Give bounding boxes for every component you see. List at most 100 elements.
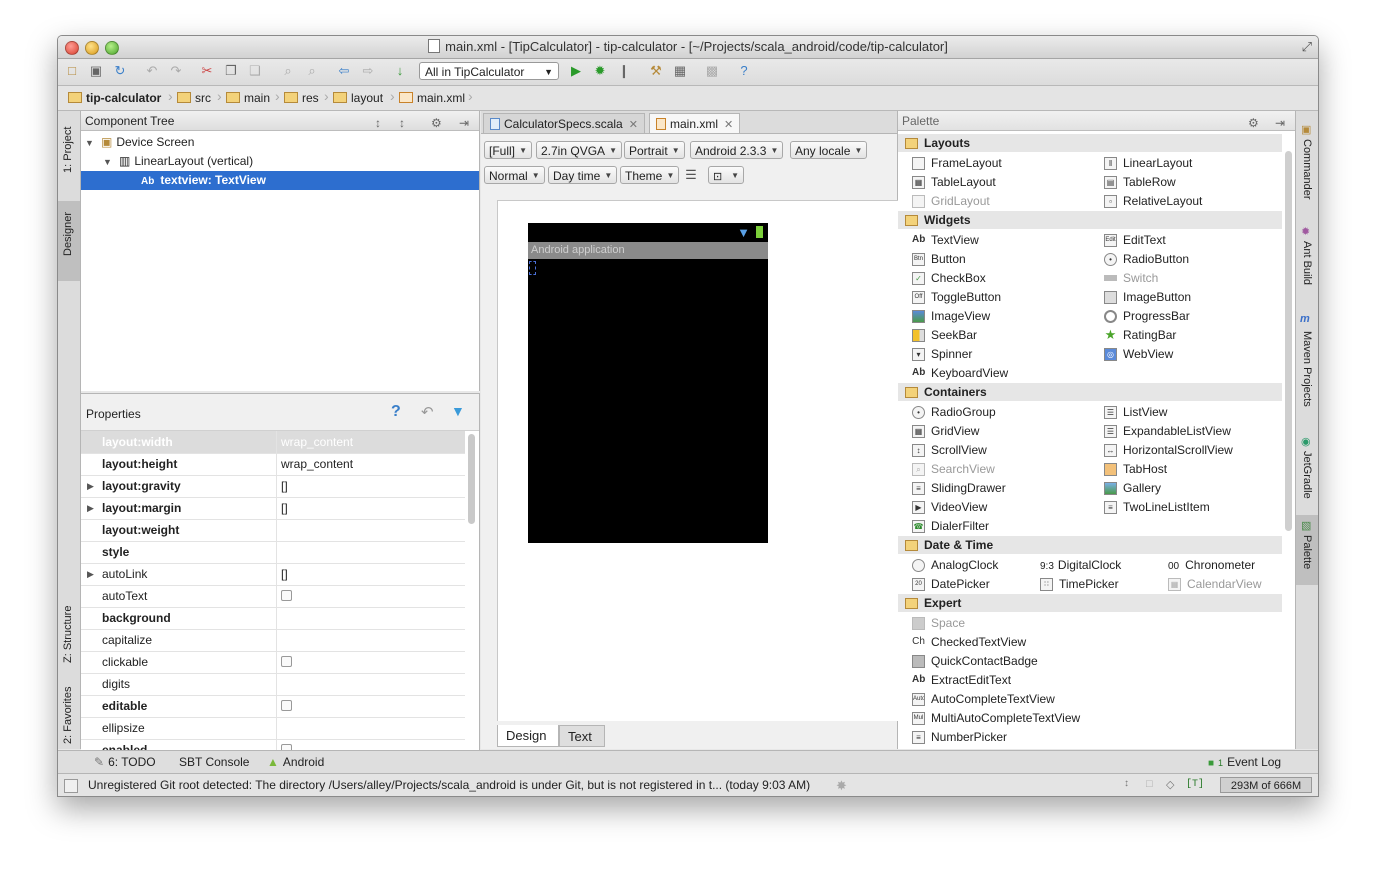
api-level-select[interactable]: Android 2.3.3 [690,141,784,160]
breadcrumb-item[interactable]: res [284,90,319,106]
palette-item[interactable]: ≡ NumberPicker [912,728,1007,747]
palette-item[interactable]: SeekBar [912,326,977,345]
palette-item[interactable]: • RadioGroup [912,403,996,422]
property-row[interactable]: background [81,607,465,630]
expand-triangle-icon[interactable]: ▶ [87,497,94,519]
palette-item[interactable]: FrameLayout [912,154,1002,173]
palette-item[interactable]: ▦ CalendarView [1168,575,1262,594]
palette-item[interactable]: ☰ ListView [1104,403,1167,422]
property-row[interactable]: layout:width wrap_content [81,431,465,454]
tab-text[interactable]: Text [559,725,605,747]
breadcrumb-item[interactable]: tip-calculator [68,90,161,106]
toggle-tool-windows-icon[interactable] [64,779,78,793]
palette-item[interactable]: Ab ExtractEditText [912,671,1011,690]
save-icon[interactable]: ▣ [88,63,104,79]
palette-item[interactable]: ▦ TableLayout [912,173,996,192]
lock-icon[interactable]: □ [1146,778,1153,790]
palette-item[interactable]: ↕ ScrollView [912,441,987,460]
palette-item[interactable]: Auto AutoCompleteTextView [912,690,1055,709]
palette-category-layouts[interactable]: Layouts [898,134,1282,152]
property-row[interactable]: digits [81,673,465,696]
palette-item[interactable]: ✓ CheckBox [912,269,986,288]
palette-item[interactable]: Ab KeyboardView [912,364,1008,383]
fullscreen-icon[interactable]: ⤢ [1302,39,1312,55]
palette-item[interactable]: ≡ SlidingDrawer [912,479,1006,498]
tab-todo[interactable]: ✎ 6: TODO [94,751,156,773]
line-separator-icon[interactable]: ↕ [1124,778,1129,789]
palette-item[interactable]: 20 DatePicker [912,575,990,594]
palette-item[interactable]: ☰ ExpandableListView [1104,422,1231,441]
expand-triangle-icon[interactable]: ▶ [87,563,94,585]
close-icon[interactable]: ✕ [629,119,638,131]
tab-designer[interactable]: Designer [58,201,80,281]
properties-scrollbar[interactable] [468,434,475,524]
palette-category-widgets[interactable]: Widgets [898,211,1282,229]
palette-item[interactable]: • RadioButton [1104,250,1189,269]
property-row[interactable]: ▶ layout:margin[] [81,497,465,520]
property-row[interactable]: clickable [81,651,465,674]
device-preview[interactable]: ▼ Android application [528,223,768,543]
palette-item[interactable]: GridLayout [912,192,990,211]
palette-item[interactable]: ▫ RelativeLayout [1104,192,1202,211]
palette-item[interactable]: 00 Chronometer [1168,556,1255,575]
palette-item[interactable]: Gallery [1104,479,1161,498]
settings-icon[interactable]: ⚒ [648,63,664,79]
palette-item[interactable]: TabHost [1104,460,1167,479]
undo-icon[interactable]: ↶ [144,63,160,79]
palette-item[interactable]: QuickContactBadge [912,652,1038,671]
help-icon[interactable]: ? [391,403,401,421]
filter-icon[interactable]: ▼ [451,403,465,419]
find-icon[interactable]: ⌕ [280,63,296,79]
git-icon[interactable]: ◇ [1166,778,1174,791]
palette-item[interactable]: ProgressBar [1104,307,1190,326]
tab-calculatorspecs[interactable]: CalculatorSpecs.scala ✕ [483,113,645,133]
palette-item[interactable]: ▶ VideoView [912,498,987,517]
property-row[interactable]: layout:height wrap_content [81,453,465,476]
back-icon[interactable]: ⇦ [336,63,352,79]
tab-main-xml[interactable]: main.xml ✕ [649,113,741,133]
event-log-button[interactable]: ■ 1 Event Log [1208,751,1281,773]
collapse-all-icon[interactable]: ↕ [399,113,405,133]
redo-icon[interactable]: ↷ [168,63,184,79]
palette-category-containers[interactable]: Containers [898,383,1282,401]
clickable-checkbox[interactable] [281,656,292,667]
gear-icon[interactable]: ⚙ [431,113,442,133]
palette-item[interactable]: ↔ HorizontalScrollView [1104,441,1233,460]
memory-indicator[interactable]: 293M of 666M [1220,777,1312,793]
open-folder-icon[interactable]: □ [64,63,80,79]
tab-structure[interactable]: Z: Structure [58,581,80,671]
palette-item[interactable]: Mul MultiAutoCompleteTextView [912,709,1080,728]
tab-design[interactable]: Design [497,725,559,747]
property-row[interactable]: ▶ layout:gravity[] [81,475,465,498]
palette-item[interactable]: Ch CheckedTextView [912,633,1026,652]
ui-mode-select[interactable]: Normal [484,166,545,185]
palette-item[interactable]: ▦ GridView [912,422,979,441]
theme-select[interactable]: Theme [620,166,680,185]
paste-icon[interactable]: ❑ [247,63,263,79]
debug-icon[interactable]: ✹ [592,63,608,79]
breadcrumb-item[interactable]: main [226,90,270,106]
sdk-manager-icon[interactable]: ▩ [704,63,720,79]
forward-icon[interactable]: ⇨ [360,63,376,79]
run-configuration-select[interactable]: All in TipCalculator ▼ [419,62,559,80]
tab-jetgradle[interactable]: ◉ JetGradle [1296,431,1318,511]
palette-item[interactable]: ≡ TwoLineListItem [1104,498,1210,517]
copy-icon[interactable]: ❐ [223,63,239,79]
attach-debugger-icon[interactable]: ❙ [616,63,632,79]
palette-item[interactable]: Ab TextView [912,231,979,250]
replace-icon[interactable]: ⌕ [304,63,320,79]
property-row[interactable]: ▶ autoLink[] [81,563,465,586]
palette-item[interactable]: Edit EditText [1104,231,1166,250]
hide-panel-icon[interactable]: ⇥ [459,113,469,133]
tab-project[interactable]: 1: Project [58,111,80,181]
property-row[interactable]: capitalize [81,629,465,652]
help-icon[interactable]: ? [736,63,752,79]
tree-node-linearlayout[interactable]: ▼ ▥ LinearLayout (vertical) [81,152,479,171]
render-mode-select[interactable]: [Full] [484,141,533,160]
property-row[interactable]: autoText [81,585,465,608]
property-row[interactable]: style [81,541,465,564]
palette-category-expert[interactable]: Expert [898,594,1282,612]
make-project-icon[interactable]: ↓ [392,63,408,79]
run-icon[interactable]: ▶ [568,63,584,79]
cut-icon[interactable]: ✂ [199,63,215,79]
